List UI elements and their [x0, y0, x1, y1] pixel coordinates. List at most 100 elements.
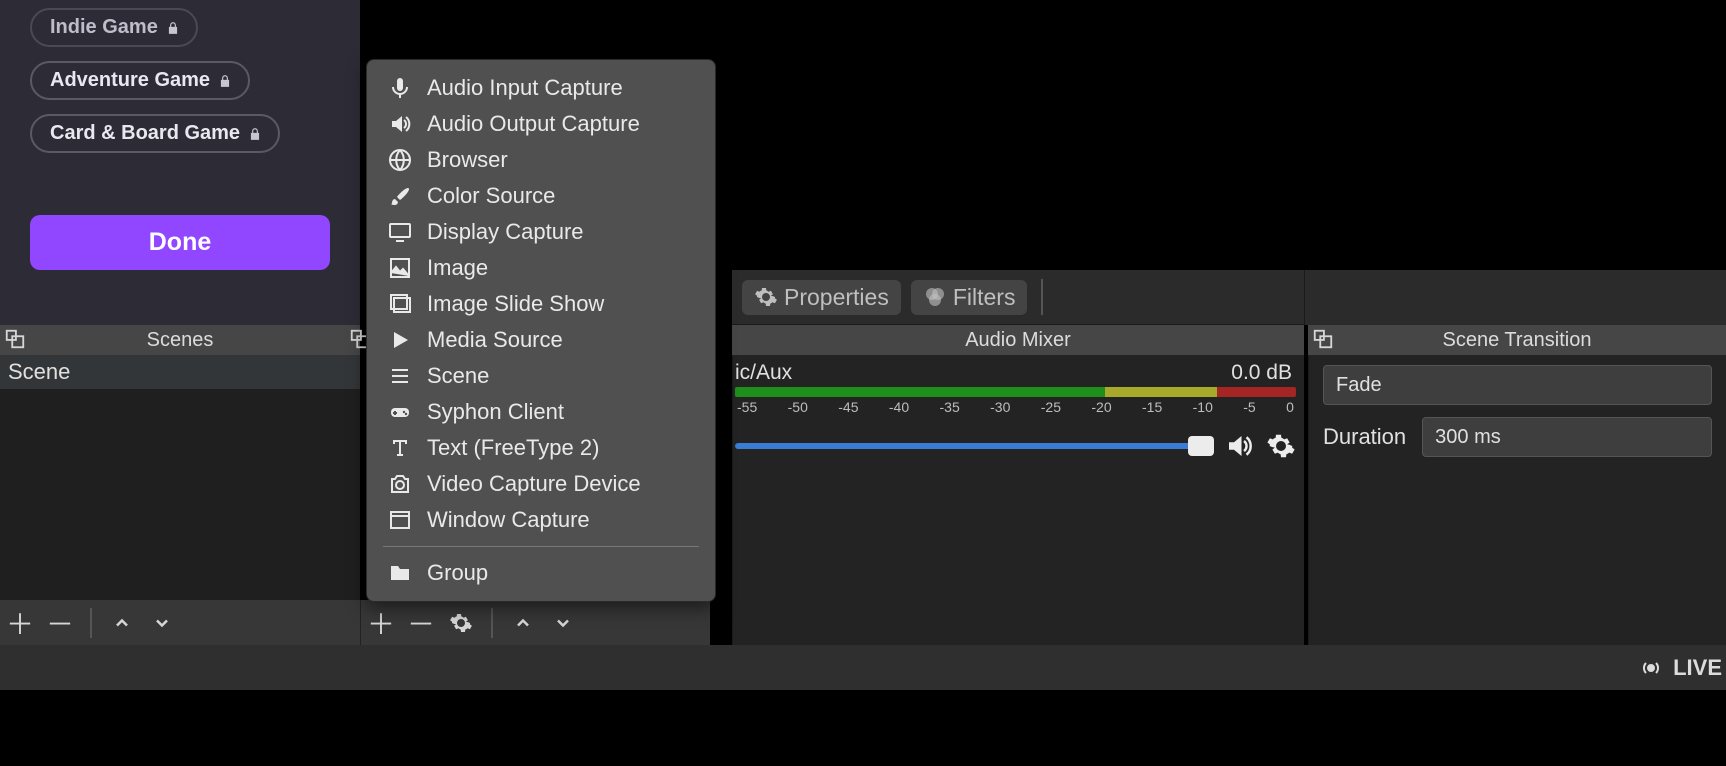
- tag-sidebar: Indie Game Adventure Game Card & Board G…: [0, 0, 360, 325]
- duration-input[interactable]: 300 ms: [1422, 417, 1712, 457]
- brush-icon: [387, 183, 413, 209]
- lock-icon: [166, 21, 180, 35]
- menu-item-group[interactable]: Group: [367, 555, 715, 591]
- play-icon: [387, 327, 413, 353]
- gear-icon[interactable]: [1266, 431, 1296, 461]
- add-scene-button[interactable]: ＋: [0, 603, 40, 643]
- panel-title: Scenes: [147, 329, 214, 352]
- transition-select[interactable]: Fade: [1323, 365, 1712, 405]
- move-source-up-button[interactable]: [503, 603, 543, 643]
- camera-icon: [387, 471, 413, 497]
- globe-icon: [387, 147, 413, 173]
- duration-label: Duration: [1323, 424, 1406, 450]
- menu-separator: [383, 546, 699, 547]
- popout-icon[interactable]: [4, 328, 26, 350]
- menu-item-slideshow[interactable]: Image Slide Show: [367, 286, 715, 322]
- done-button[interactable]: Done: [30, 215, 330, 270]
- menu-item-label: Window Capture: [427, 507, 590, 533]
- speaker-icon: [387, 111, 413, 137]
- tag-pill[interactable]: Indie Game: [30, 8, 198, 47]
- menu-item-camera[interactable]: Video Capture Device: [367, 466, 715, 502]
- source-action-bar: Properties Filters: [732, 270, 1304, 325]
- menu-item-play[interactable]: Media Source: [367, 322, 715, 358]
- filters-button[interactable]: Filters: [911, 280, 1028, 315]
- menu-item-gamepad[interactable]: Syphon Client: [367, 394, 715, 430]
- menu-item-label: Syphon Client: [427, 399, 564, 425]
- panel-title: Scene Transition: [1443, 329, 1592, 352]
- toolbar-separator: [491, 608, 493, 638]
- volume-slider[interactable]: [735, 443, 1212, 449]
- preview-toolbar-right: [1304, 270, 1726, 325]
- audio-mixer-panel-header: Audio Mixer: [732, 325, 1304, 355]
- button-label: Filters: [953, 284, 1016, 311]
- menu-item-label: Group: [427, 560, 488, 586]
- window-icon: [387, 507, 413, 533]
- scenes-panel-header: Scenes: [0, 325, 360, 355]
- tag-pill[interactable]: Adventure Game: [30, 61, 250, 100]
- filters-icon: [923, 285, 947, 309]
- add-source-button[interactable]: ＋: [361, 603, 401, 643]
- menu-item-mic[interactable]: Audio Input Capture: [367, 70, 715, 106]
- menu-item-label: Audio Input Capture: [427, 75, 623, 101]
- button-label: Properties: [784, 284, 889, 311]
- menu-item-globe[interactable]: Browser: [367, 142, 715, 178]
- menu-item-label: Media Source: [427, 327, 563, 353]
- audio-mixer-body: ic/Aux 0.0 dB -55-50-45-40-35-30-25-20-1…: [732, 355, 1304, 645]
- level-meter: [735, 387, 1296, 397]
- scenes-toolbar: ＋ －: [0, 600, 360, 645]
- slider-thumb[interactable]: [1188, 436, 1214, 456]
- move-scene-up-button[interactable]: [102, 603, 142, 643]
- channel-name: ic/Aux: [735, 361, 792, 385]
- live-indicator-text: LIVE: [1673, 655, 1722, 681]
- add-source-context-menu: Audio Input Capture Audio Output Capture B…: [366, 59, 716, 602]
- move-source-down-button[interactable]: [543, 603, 583, 643]
- tag-pill[interactable]: Card & Board Game: [30, 114, 280, 153]
- duration-value: 300 ms: [1435, 426, 1501, 449]
- speaker-icon[interactable]: [1224, 431, 1254, 461]
- menu-item-label: Text (FreeType 2): [427, 435, 599, 461]
- gamepad-icon: [387, 399, 413, 425]
- meter-ticks: -55-50-45-40-35-30-25-20-15-10-50: [735, 399, 1296, 415]
- menu-item-label: Audio Output Capture: [427, 111, 640, 137]
- menu-item-label: Browser: [427, 147, 508, 173]
- tag-label: Card & Board Game: [50, 122, 240, 145]
- menu-item-label: Image: [427, 255, 488, 281]
- remove-scene-button[interactable]: －: [40, 603, 80, 643]
- menu-item-text[interactable]: Text (FreeType 2): [367, 430, 715, 466]
- menu-item-label: Display Capture: [427, 219, 584, 245]
- mixer-channel: ic/Aux 0.0 dB -55-50-45-40-35-30-25-20-1…: [733, 361, 1304, 465]
- image-icon: [387, 255, 413, 281]
- menu-item-label: Color Source: [427, 183, 555, 209]
- slideshow-icon: [387, 291, 413, 317]
- monitor-icon: [387, 219, 413, 245]
- gear-icon: [754, 285, 778, 309]
- panel-title: Audio Mixer: [965, 329, 1071, 352]
- menu-item-monitor[interactable]: Display Capture: [367, 214, 715, 250]
- tag-label: Adventure Game: [50, 69, 210, 92]
- menu-item-window[interactable]: Window Capture: [367, 502, 715, 538]
- folder-icon: [387, 560, 413, 586]
- menu-item-speaker[interactable]: Audio Output Capture: [367, 106, 715, 142]
- menu-item-image[interactable]: Image: [367, 250, 715, 286]
- lock-icon: [218, 74, 232, 88]
- properties-button[interactable]: Properties: [742, 280, 901, 315]
- menu-item-brush[interactable]: Color Source: [367, 178, 715, 214]
- text-icon: [387, 435, 413, 461]
- toolbar-separator: [90, 608, 92, 638]
- popout-icon[interactable]: [1312, 328, 1334, 350]
- list-icon: [387, 363, 413, 389]
- toolbar-separator: [1041, 279, 1043, 315]
- source-settings-button[interactable]: [441, 603, 481, 643]
- broadcast-icon: [1639, 656, 1663, 680]
- remove-source-button[interactable]: －: [401, 603, 441, 643]
- menu-item-label: Scene: [427, 363, 489, 389]
- menu-item-label: Image Slide Show: [427, 291, 604, 317]
- transition-selected: Fade: [1336, 374, 1382, 397]
- scene-item[interactable]: Scene: [0, 355, 360, 389]
- move-scene-down-button[interactable]: [142, 603, 182, 643]
- tag-label: Indie Game: [50, 16, 158, 39]
- channel-level: 0.0 dB: [1231, 361, 1292, 385]
- menu-item-list[interactable]: Scene: [367, 358, 715, 394]
- status-bar: LIVE: [0, 645, 1726, 690]
- scene-transitions-body: Fade Duration 300 ms: [1308, 355, 1726, 645]
